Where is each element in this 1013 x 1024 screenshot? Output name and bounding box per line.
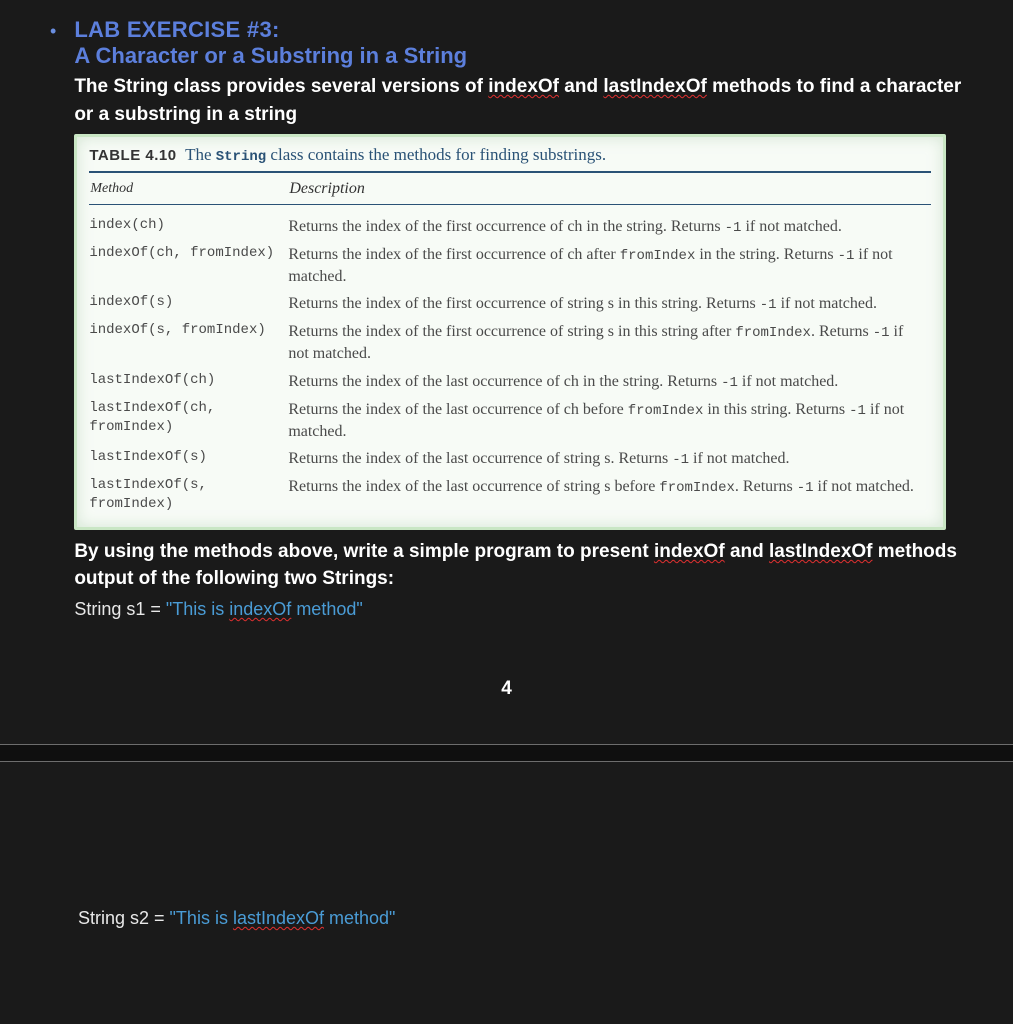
table-mid-rule	[89, 204, 931, 205]
th-description: Description	[288, 179, 931, 200]
desc-cell: Returns the index of the last occurrence…	[288, 473, 931, 517]
desc-cell: Returns the index of the last occurrence…	[288, 368, 931, 396]
intro-word-lastindexof: lastIndexOf	[603, 76, 706, 97]
code-keyword-lastindexof: lastIndexOf	[233, 908, 324, 928]
code-prefix: String s2 =	[78, 908, 170, 928]
lab-title-2: A Character or a Substring in a String	[74, 43, 973, 69]
desc-text: Returns the index of the last occurrence…	[288, 401, 627, 418]
desc-cell: Returns the index of the first occurrenc…	[288, 290, 931, 318]
code-string-close: method"	[291, 599, 362, 619]
table-row: lastIndexOf(s, fromIndex) Returns the in…	[89, 473, 931, 517]
method-cell: lastIndexOf(ch)	[89, 368, 288, 396]
instr-pre: By using the methods above, write a simp…	[74, 541, 654, 562]
desc-mono: fromIndex	[735, 325, 811, 341]
desc-text: Returns the index of the last occurrence…	[288, 450, 672, 467]
desc-text: Returns the index of the first occurrenc…	[288, 323, 735, 340]
content-block-next-page: String s2 = "This is lastIndexOf method"	[0, 908, 1013, 929]
desc-mono: -1	[873, 325, 890, 341]
desc-text: . Returns	[811, 323, 873, 340]
method-cell: lastIndexOf(s)	[89, 445, 288, 473]
desc-text: Returns the index of the first occurrenc…	[288, 295, 759, 312]
code-string-close: method"	[324, 908, 395, 928]
methods-table: Method Description index(ch) Returns the…	[89, 179, 931, 517]
table-row: lastIndexOf(s) Returns the index of the …	[89, 445, 931, 473]
instr-mid: and	[725, 541, 769, 562]
heading-block: LAB EXERCISE #3: A Character or a Substr…	[74, 17, 973, 620]
desc-mono: -1	[849, 403, 866, 419]
table-top-rule	[89, 171, 931, 173]
code-string-open: "This is	[166, 599, 229, 619]
table-caption: TABLE 4.10 The String class contains the…	[89, 145, 931, 165]
method-cell: lastIndexOf(s, fromIndex)	[89, 473, 288, 517]
page-break	[0, 744, 1013, 762]
desc-cell: Returns the index of the last occurrence…	[288, 445, 931, 473]
code-line-s1: String s1 = "This is indexOf method"	[74, 599, 973, 620]
desc-mono: -1	[797, 480, 814, 496]
desc-cell: Returns the index of the first occurrenc…	[288, 318, 931, 367]
content-block: • LAB EXERCISE #3: A Character or a Subs…	[0, 17, 1013, 620]
instruction-text: By using the methods above, write a simp…	[74, 538, 973, 593]
instr-word-lastindexof: lastIndexOf	[769, 541, 872, 562]
desc-text: if not matched.	[738, 373, 838, 390]
document-page: • LAB EXERCISE #3: A Character or a Subs…	[0, 0, 1013, 959]
desc-mono: fromIndex	[628, 403, 704, 419]
table-row: indexOf(s, fromIndex) Returns the index …	[89, 318, 931, 367]
desc-mono: -1	[721, 375, 738, 391]
table-caption-post: class contains the methods for finding s…	[266, 145, 606, 164]
method-cell: indexOf(s)	[89, 290, 288, 318]
code-keyword-indexof: indexOf	[229, 599, 291, 619]
spacer	[0, 762, 1013, 902]
table-row: indexOf(ch, fromIndex) Returns the index…	[89, 241, 931, 290]
table-caption-string: String	[216, 149, 266, 165]
desc-text: in this string. Returns	[703, 401, 849, 418]
desc-text: . Returns	[735, 478, 797, 495]
code-string-open: "This is	[170, 908, 233, 928]
desc-text: if not matched.	[814, 478, 914, 495]
table-number: TABLE 4.10	[89, 147, 176, 164]
method-cell: index(ch)	[89, 213, 288, 241]
divider-gap	[0, 745, 1013, 761]
method-cell: lastIndexOf(ch, fromIndex)	[89, 396, 288, 445]
desc-mono: -1	[672, 452, 689, 468]
intro-text: The String class provides several versio…	[74, 73, 973, 128]
intro-word-indexof: indexOf	[488, 76, 559, 97]
desc-text: if not matched.	[741, 218, 841, 235]
table-caption-pre: The	[185, 145, 216, 164]
desc-text: Returns the index of the last occurrence…	[288, 478, 659, 495]
desc-cell: Returns the index of the first occurrenc…	[288, 241, 931, 290]
desc-cell: Returns the index of the first occurrenc…	[288, 213, 931, 241]
table-row: lastIndexOf(ch) Returns the index of the…	[89, 368, 931, 396]
desc-cell: Returns the index of the last occurrence…	[288, 396, 931, 445]
code-line-s2: String s2 = "This is lastIndexOf method"	[78, 908, 973, 929]
table-row: indexOf(s) Returns the index of the firs…	[89, 290, 931, 318]
desc-text: Returns the index of the first occurrenc…	[288, 218, 724, 235]
desc-text: if not matched.	[689, 450, 789, 467]
table-row: index(ch) Returns the index of the first…	[89, 213, 931, 241]
table-figure: TABLE 4.10 The String class contains the…	[74, 134, 946, 530]
desc-text: if not matched.	[777, 295, 877, 312]
method-cell: indexOf(s, fromIndex)	[89, 318, 288, 367]
table-row: lastIndexOf(ch, fromIndex) Returns the i…	[89, 396, 931, 445]
intro-pre: The String class provides several versio…	[74, 76, 488, 97]
desc-text: Returns the index of the first occurrenc…	[288, 246, 619, 263]
bullet-icon: •	[50, 17, 74, 42]
desc-mono: -1	[838, 248, 855, 264]
table-header-row: Method Description	[89, 179, 931, 200]
desc-mono: fromIndex	[620, 248, 696, 264]
intro-mid: and	[559, 76, 603, 97]
method-cell: indexOf(ch, fromIndex)	[89, 241, 288, 290]
desc-mono: -1	[760, 297, 777, 313]
desc-mono: fromIndex	[659, 480, 735, 496]
instr-word-indexof: indexOf	[654, 541, 725, 562]
lab-title-1: LAB EXERCISE #3:	[74, 17, 973, 43]
th-method: Method	[89, 179, 288, 200]
page-number: 4	[0, 678, 1013, 700]
desc-text: Returns the index of the last occurrence…	[288, 373, 721, 390]
code-prefix: String s1 =	[74, 599, 166, 619]
bullet-item: • LAB EXERCISE #3: A Character or a Subs…	[78, 17, 973, 620]
desc-text: in the string. Returns	[695, 246, 837, 263]
desc-mono: -1	[725, 220, 742, 236]
